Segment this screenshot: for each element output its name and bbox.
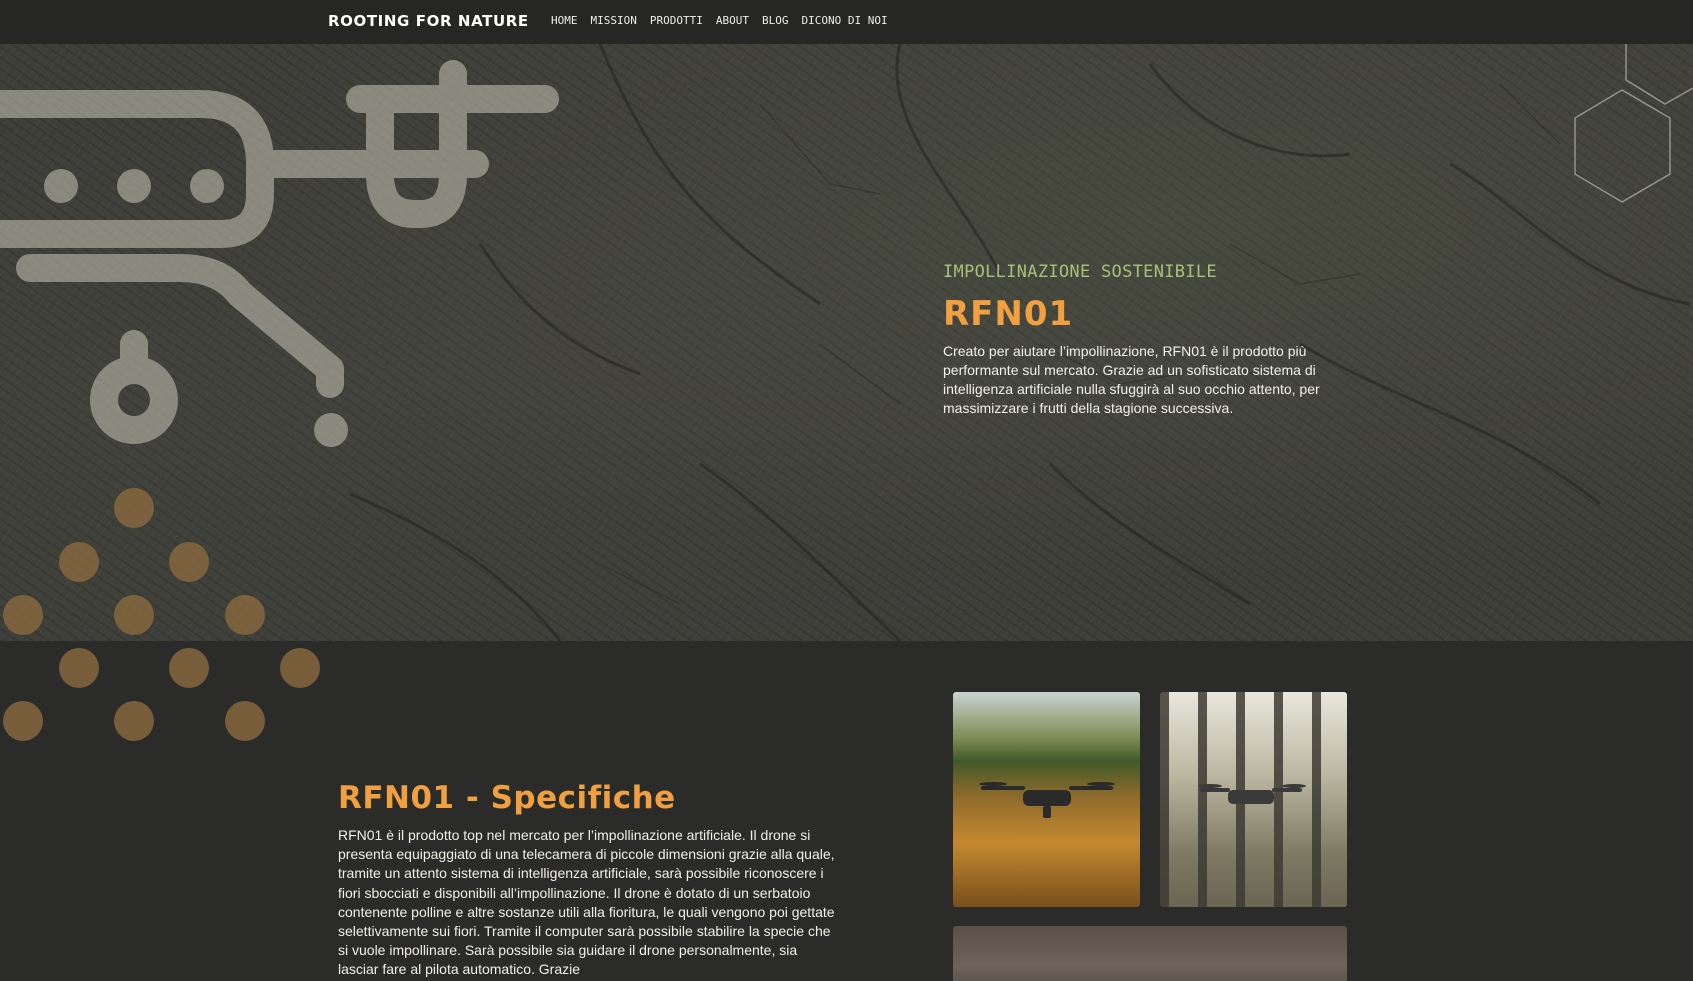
page: ROOTING FOR NATURE HOME MISSION PRODOTTI… (0, 0, 1693, 981)
drone-field-photo (953, 692, 1140, 907)
nav-link-blog[interactable]: BLOG (762, 14, 789, 27)
pollen-dots-icon (3, 488, 320, 741)
drone-forest-photo (1160, 692, 1347, 907)
brand-logo[interactable]: ROOTING FOR NATURE (328, 12, 529, 30)
hero-title: RFN01 (943, 294, 1074, 334)
drone-icon (0, 60, 559, 447)
nav-link-home[interactable]: HOME (551, 14, 578, 27)
main-nav: HOME MISSION PRODOTTI ABOUT BLOG DICONO … (551, 14, 888, 27)
nav-link-prodotti[interactable]: PRODOTTI (650, 14, 703, 27)
top-navbar: ROOTING FOR NATURE HOME MISSION PRODOTTI… (0, 0, 1693, 44)
specs-description: RFN01 è il prodotto top nel mercato per … (338, 827, 835, 978)
nav-link-about[interactable]: ABOUT (716, 14, 749, 27)
hexagon-outline-icon (1574, 44, 1693, 203)
hero-text-block: IMPOLLINAZIONE SOSTENIBILE RFN01 Creato … (943, 262, 1363, 418)
drone-illustration (979, 782, 1115, 818)
hero-eyebrow: IMPOLLINAZIONE SOSTENIBILE (943, 262, 1217, 282)
specs-section: RFN01 - Specifiche RFN01 è il prodotto t… (338, 780, 838, 980)
nav-link-dicono-di-noi[interactable]: DICONO DI NOI (801, 14, 887, 27)
product-photo-wide (953, 926, 1347, 981)
specs-title: RFN01 - Specifiche (338, 780, 676, 816)
hero-description: Creato per aiutare l’impollinazione, RFN… (943, 343, 1320, 416)
nav-link-mission[interactable]: MISSION (591, 14, 637, 27)
drone-illustration (1198, 784, 1306, 804)
